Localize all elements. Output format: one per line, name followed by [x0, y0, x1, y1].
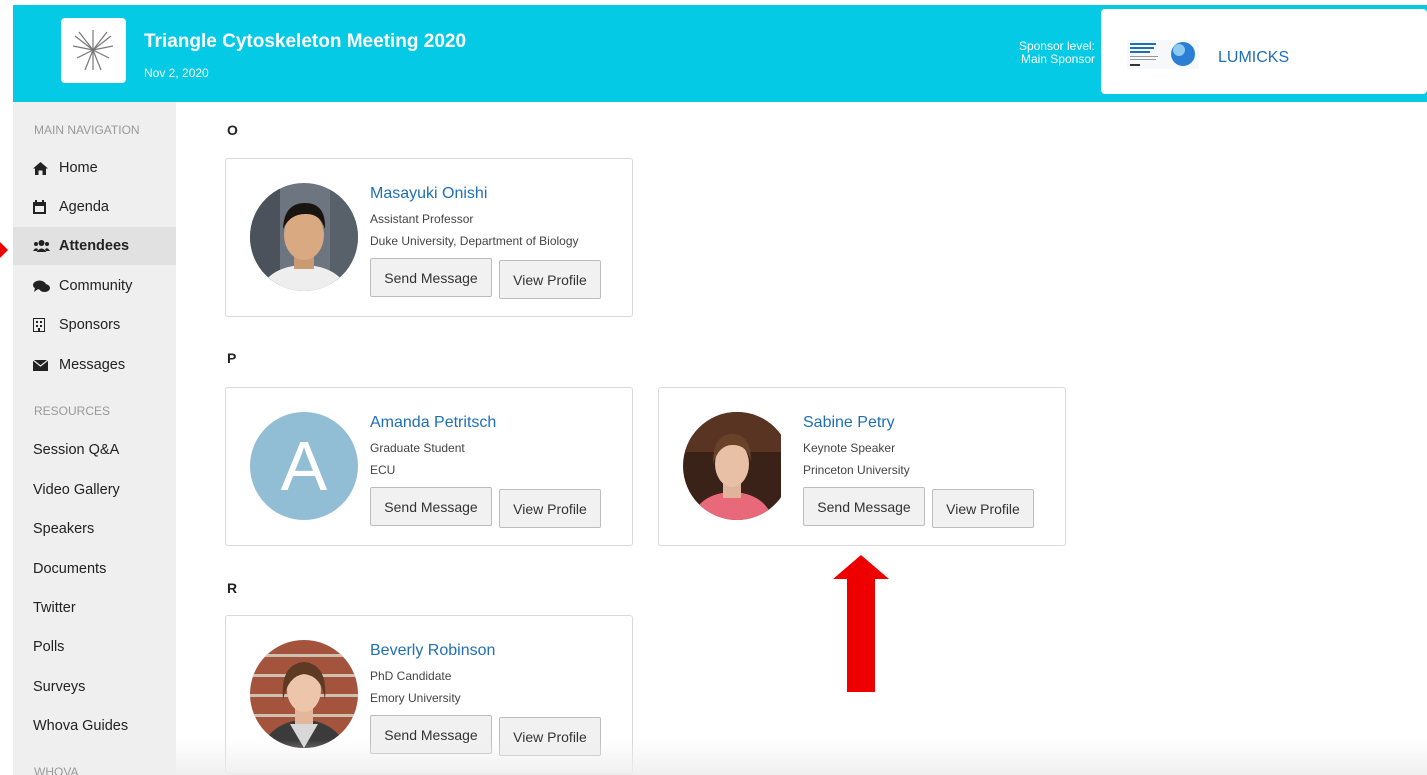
- sidebar-item-surveys[interactable]: Surveys: [13, 668, 176, 706]
- sidebar-item-attendees[interactable]: Attendees: [13, 227, 176, 265]
- sidebar-item-label: Agenda: [59, 199, 109, 215]
- attendee-organization: Duke University, Department of Biology: [370, 234, 579, 248]
- sidebar-item-label: Whova Guides: [33, 718, 129, 734]
- sponsor-level: Sponsor level: Main Sponsor: [1019, 40, 1095, 66]
- sidebar-item-home[interactable]: Home: [13, 149, 176, 187]
- send-message-button[interactable]: Send Message: [803, 487, 925, 526]
- attendee-card: A Amanda Petritsch Graduate Student ECU …: [225, 387, 633, 546]
- main-navigation-heading: MAIN NAVIGATION: [34, 123, 140, 137]
- event-date: Nov 2, 2020: [144, 66, 209, 80]
- sponsor-level-value: Main Sponsor: [1020, 52, 1095, 66]
- sidebar-item-session-qa[interactable]: Session Q&A: [13, 431, 176, 469]
- home-icon: [33, 161, 53, 175]
- sidebar-item-agenda[interactable]: Agenda: [13, 188, 176, 226]
- attendee-role: Keynote Speaker: [803, 441, 896, 455]
- event-header: Triangle Cytoskeleton Meeting 2020 Nov 2…: [13, 5, 1427, 102]
- attendee-role: Assistant Professor: [370, 212, 474, 226]
- sidebar-item-community[interactable]: Community: [13, 267, 176, 305]
- edge-marker-arrow: [0, 242, 8, 258]
- sidebar-item-label: Sponsors: [59, 317, 121, 333]
- group-letter-o: O: [227, 122, 238, 138]
- sidebar-item-speakers[interactable]: Speakers: [13, 510, 176, 548]
- attendee-name-link[interactable]: Amanda Petritsch: [370, 414, 496, 432]
- sidebar-item-label: Polls: [33, 639, 65, 655]
- sponsor-ad-thumbnail: [1127, 40, 1199, 69]
- attendee-organization: ECU: [370, 463, 396, 477]
- sidebar-item-messages[interactable]: Messages: [13, 346, 176, 384]
- sidebar-item-polls[interactable]: Polls: [13, 628, 176, 666]
- sidebar-item-video-gallery[interactable]: Video Gallery: [13, 471, 176, 509]
- sponsor-banner[interactable]: LUMICKS: [1101, 9, 1427, 94]
- attendee-card: Beverly Robinson PhD Candidate Emory Uni…: [225, 615, 633, 774]
- group-letter-r: R: [227, 580, 238, 596]
- attendee-organization: Princeton University: [803, 463, 910, 477]
- attendee-role: PhD Candidate: [370, 669, 452, 683]
- view-profile-button[interactable]: View Profile: [499, 717, 601, 756]
- attendee-organization: Emory University: [370, 691, 461, 705]
- sidebar-item-label: Session Q&A: [33, 442, 120, 458]
- attendee-role: Graduate Student: [370, 441, 465, 455]
- calendar-icon: [33, 200, 53, 214]
- sidebar-item-documents[interactable]: Documents: [13, 550, 176, 588]
- view-profile-button[interactable]: View Profile: [932, 489, 1034, 528]
- sidebar-item-label: Surveys: [33, 679, 86, 695]
- sidebar-item-label: Video Gallery: [33, 482, 120, 498]
- group-letter-p: P: [227, 350, 237, 366]
- send-message-button[interactable]: Send Message: [370, 715, 492, 754]
- sponsor-name[interactable]: LUMICKS: [1218, 49, 1289, 67]
- attendee-name-link[interactable]: Sabine Petry: [803, 414, 895, 432]
- users-icon: [33, 240, 53, 252]
- comments-icon: [33, 280, 53, 293]
- sidebar-item-label: Attendees: [59, 238, 130, 254]
- event-title: Triangle Cytoskeleton Meeting 2020: [144, 31, 467, 52]
- sidebar-item-label: Home: [59, 160, 98, 176]
- view-profile-button[interactable]: View Profile: [499, 489, 601, 528]
- send-message-button[interactable]: Send Message: [370, 487, 492, 526]
- attendee-card: Sabine Petry Keynote Speaker Princeton U…: [658, 387, 1066, 546]
- attendee-name-link[interactable]: Beverly Robinson: [370, 642, 495, 660]
- sidebar-item-label: Community: [59, 278, 133, 294]
- attendee-name-link[interactable]: Masayuki Onishi: [370, 185, 487, 203]
- sidebar-item-sponsors[interactable]: Sponsors: [13, 306, 176, 344]
- sidebar-item-label: Messages: [59, 357, 126, 373]
- sidebar-item-label: Twitter: [33, 600, 76, 616]
- attendee-avatar[interactable]: [683, 412, 791, 520]
- envelope-icon: [33, 359, 53, 371]
- attendee-avatar[interactable]: [250, 640, 358, 748]
- attendee-avatar[interactable]: A: [250, 412, 358, 520]
- event-logo[interactable]: [61, 18, 126, 83]
- whova-heading: WHOVA: [34, 765, 79, 775]
- send-message-button[interactable]: Send Message: [370, 258, 492, 297]
- resources-heading: RESOURCES: [34, 404, 111, 418]
- view-profile-button[interactable]: View Profile: [499, 260, 601, 299]
- sidebar-item-whova-guides[interactable]: Whova Guides: [13, 707, 176, 745]
- sidebar-item-label: Documents: [33, 561, 107, 577]
- sidebar: MAIN NAVIGATION Home Agenda Attendees Co…: [13, 102, 176, 775]
- sidebar-item-twitter[interactable]: Twitter: [13, 589, 176, 627]
- attendee-avatar[interactable]: [250, 183, 358, 291]
- annotation-arrow-up-icon: [833, 555, 889, 692]
- sidebar-item-label: Speakers: [33, 521, 95, 537]
- attendee-card: Masayuki Onishi Assistant Professor Duke…: [225, 158, 633, 317]
- cytoskeleton-logo-icon: [73, 30, 113, 71]
- building-icon: [33, 318, 53, 332]
